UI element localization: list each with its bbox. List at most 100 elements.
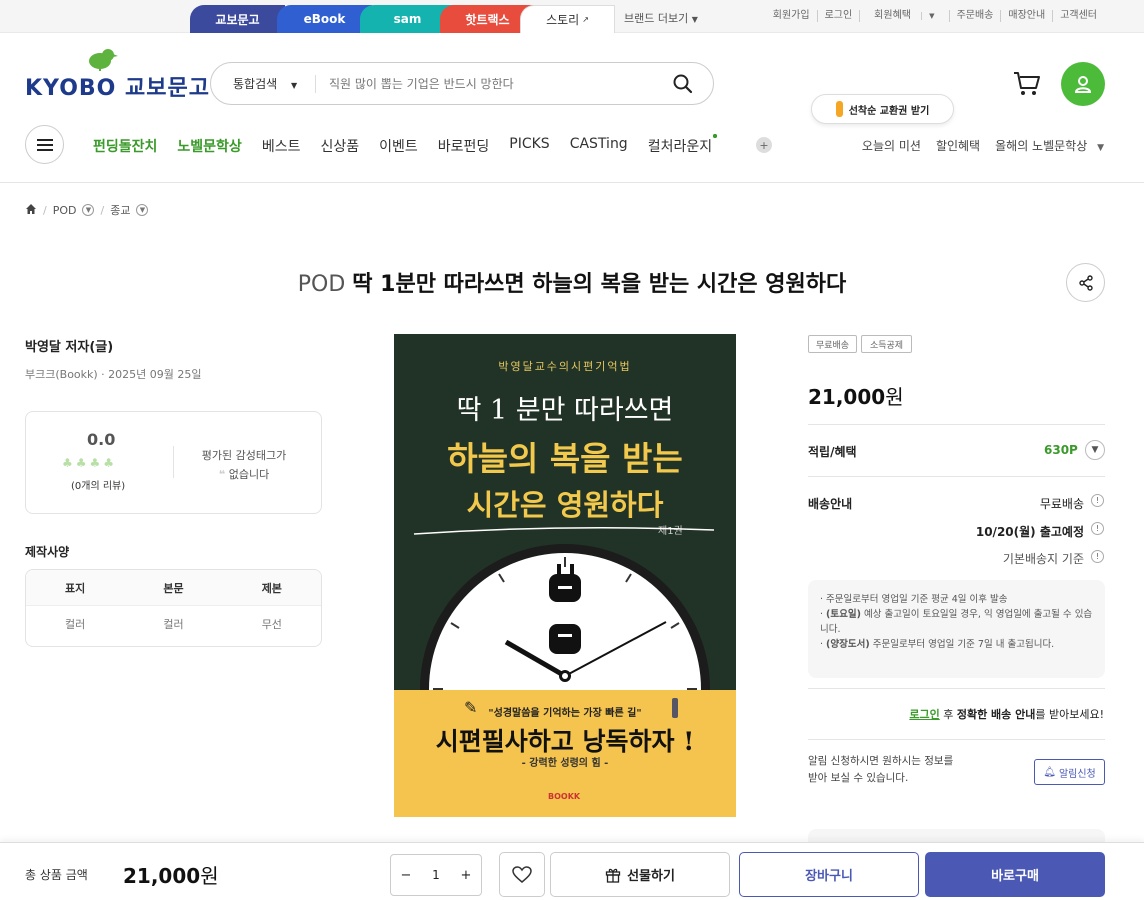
divider [808,476,1105,477]
points-label: 적립/혜택 [808,445,857,459]
tab-ebook[interactable]: eBook [277,5,372,33]
spec-title: 제작사양 [25,545,70,559]
quantity-value[interactable]: 1 [426,868,446,882]
breadcrumb-pod[interactable]: POD [53,204,77,217]
caret-down-icon: ▼ [691,15,698,24]
chevron-down-icon[interactable]: ▼ [1085,440,1105,460]
nav-nobel-year-label: 올해의 노벨문학상 [995,139,1088,153]
notice-item: · (양장도서) 주문일로부터 영업일 기준 7일 내 출고됩니다. [820,639,1055,650]
nav-item[interactable]: PICKS [509,136,549,156]
link-stores[interactable]: 매장안내 [1000,10,1052,22]
notice-text: 주문일로부터 영업일 기준 7일 내 출고됩니다. [869,639,1055,650]
divider [808,688,1105,689]
tab-story-label: 스토리 [546,13,580,27]
nav-item[interactable]: 컬처라운지 [648,136,712,156]
tag-free-shipping: 무료배송 [808,335,857,353]
login-link[interactable]: 로그인 [909,708,939,721]
menu-button[interactable] [25,125,64,164]
minus-icon[interactable]: − [396,868,416,883]
nav-item[interactable]: 신상품 [320,136,359,156]
emotion-line2: 없습니다 [228,468,270,481]
search-icon[interactable] [673,74,693,98]
total-label: 총 상품 금액 [25,868,88,882]
home-icon[interactable] [25,203,37,218]
hamburger-icon [36,138,53,151]
cart-icon[interactable] [1012,70,1042,102]
price-value: 21,000 [808,385,886,409]
link-signup[interactable]: 회원가입 [766,10,817,22]
nav-item[interactable]: 베스트 [262,136,301,156]
author[interactable]: 박영달 저자(글) [25,336,113,355]
delivery-label: 배송안내 [808,497,853,511]
nav-more-plus-icon[interactable]: + [756,137,772,153]
logo[interactable]: KYOBO 교보문고 [25,70,210,102]
mission-label: 선착순 교환권 받기 [848,105,930,117]
review-divider [173,446,174,478]
info-icon[interactable]: ! [1091,550,1104,563]
alarm-line2: 받아 보실 수 있습니다. [808,772,909,784]
delivery-base[interactable]: 기본배송지 기준 [1003,550,1084,567]
link-orders[interactable]: 주문배송 [948,10,1001,22]
user-profile-button[interactable] [1061,62,1105,106]
chevron-down-icon[interactable]: ▼ [136,204,149,216]
nav-item[interactable]: 바로펀딩 [438,136,490,156]
share-button[interactable] [1066,263,1105,302]
login-tail: 를 받아보세요! [1035,708,1104,721]
book-cover[interactable]: 박영달교수의시편기억법 딱 1 분만 따라쓰면 하늘의 복을 받는 시간은 영원… [394,334,736,817]
spec-table: 표지 본문 제본 컬러 컬러 무선 [25,569,322,647]
nav-item[interactable]: 이벤트 [379,136,418,156]
header-divider [0,182,1144,183]
mission-tooltip[interactable]: 선착순 교환권 받기 [811,94,954,124]
nav-item[interactable]: CASTing [570,136,628,156]
brand-more[interactable]: 브랜드 더보기 ▼ [624,10,698,26]
rating-score: 0.0 [87,430,116,449]
nav-item[interactable]: 펀딩돌잔치 [93,136,157,156]
gift-button[interactable]: 선물하기 [550,852,730,897]
brand-more-label: 브랜드 더보기 [624,12,689,25]
pen-icon [672,698,678,718]
emotion-tag: 평가된 감성태그가 ❝ 없습니다 [198,446,290,484]
cover-slogan: 시편필사하고 낭독하자 ! [435,727,695,756]
link-support[interactable]: 고객센터 [1052,10,1104,22]
cover-line3: 시간은 영원하다 [466,488,664,522]
nav-item[interactable]: 노벨문학상 [177,136,241,156]
chevron-down-icon[interactable]: ▼ [82,204,95,216]
add-to-cart-button[interactable]: 장바구니 [739,852,919,897]
breadcrumb: / POD ▼ / 종교 ▼ [25,202,149,218]
link-benefits[interactable]: 회원혜택 ▼ [859,10,948,22]
nav-discount[interactable]: 할인혜택 [936,137,980,154]
notice-text: 예상 출고일이 토요일일 경우, 익 영업일에 출고될 수 있습니다. [820,609,1093,635]
link-login[interactable]: 로그인 [816,10,860,22]
alarm-text: 알림 신청하시면 원하시는 정보를 받아 보실 수 있습니다. [808,753,953,787]
divider [808,739,1105,740]
divider [808,424,1105,425]
heart-icon [512,865,532,883]
link-benefits-label: 회원혜택 [874,10,911,21]
tab-kyobo[interactable]: 교보문고 [190,5,285,33]
login-after: 후 [939,708,957,721]
search-category-select[interactable]: 통합검색 ▼ [233,75,297,92]
info-icon[interactable]: ! [1091,494,1104,507]
search-input[interactable] [329,72,649,96]
breadcrumb-separator: / [100,203,105,217]
nav-nobel-year[interactable]: 올해의 노벨문학상 ▼ [995,137,1104,154]
cover-series: 박영달교수의시편기억법 [498,360,632,373]
caret-down-icon: ▼ [1097,143,1104,153]
product-price: 21,000원 [808,381,904,410]
alarm-button[interactable]: 🔔︎ 알림신청 [1034,759,1105,785]
wishlist-button[interactable] [499,852,545,897]
delivery-free: 무료배송 [1039,497,1084,511]
review-count[interactable]: (0개의 리뷰) [71,477,125,492]
plus-icon[interactable]: + [456,868,476,883]
gift-button-label: 선물하기 [627,869,675,884]
share-icon [1078,274,1093,291]
tag-tax-deduction: 소득공제 [861,335,912,353]
info-icon[interactable]: ! [1091,522,1104,535]
total-price: 21,000원 [123,860,219,889]
publisher-date: 부크크(Bookk) · 2025년 09월 25일 [25,368,202,381]
tab-story[interactable]: 스토리 ↗ [520,5,615,33]
nav-right: 오늘의 미션 할인혜택 올해의 노벨문학상 ▼ [862,137,1104,154]
breadcrumb-religion[interactable]: 종교 [110,202,130,218]
nav-today-mission[interactable]: 오늘의 미션 [862,137,921,154]
buy-now-button[interactable]: 바로구매 [925,852,1105,897]
